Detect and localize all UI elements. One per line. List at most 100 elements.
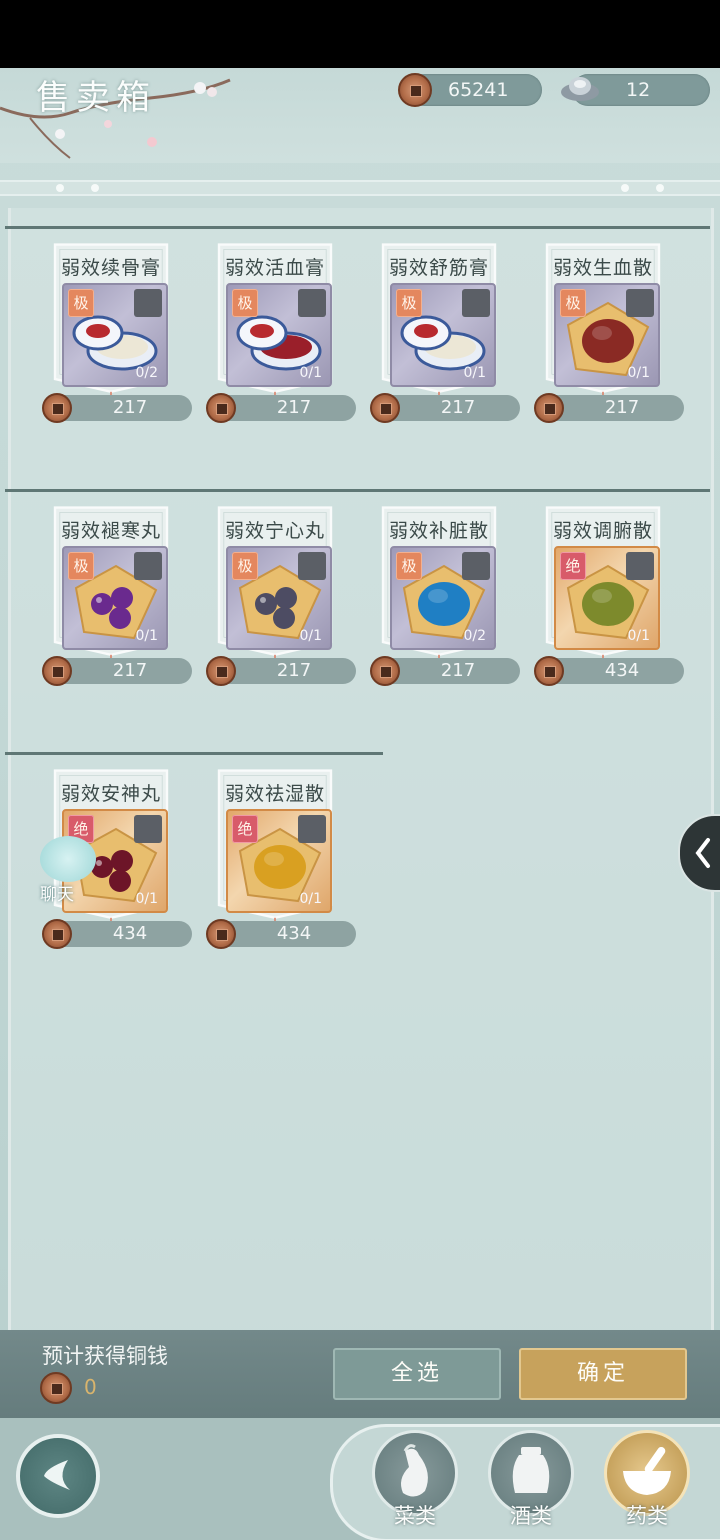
chat-button[interactable]: 聊天	[30, 830, 100, 905]
shelf-rail-decoration	[0, 180, 720, 196]
copper-coin-icon	[534, 656, 564, 686]
select-checkbox[interactable]	[298, 815, 326, 843]
back-arrow-icon	[44, 1460, 70, 1490]
grade-tag: 极	[560, 289, 586, 317]
sell-item-card[interactable]: 弱效宁心丸极 0/1 217	[201, 506, 356, 686]
item-price: 217	[276, 397, 312, 418]
copper-coin-icon	[206, 656, 236, 686]
hanging-rod-row1	[5, 226, 710, 229]
page-title: 售卖箱	[36, 78, 156, 118]
item-name: 弱效活血膏	[224, 257, 325, 279]
select-checkbox[interactable]	[462, 289, 490, 317]
category-medicine-label: 药类	[626, 1504, 668, 1528]
silver-amount: 12	[626, 79, 651, 101]
estimate-value: 0	[84, 1375, 97, 1399]
item-count: 0/2	[463, 628, 486, 644]
sell-item-card[interactable]: 弱效活血膏极 0/1 217	[201, 243, 356, 423]
hanging-rod-row3	[5, 752, 383, 755]
item-count: 0/1	[135, 628, 158, 644]
item-price: 217	[440, 397, 476, 418]
item-thumbnail: 极 0/1	[226, 283, 332, 387]
copper-coin-icon	[206, 919, 236, 949]
item-price: 217	[604, 397, 640, 418]
item-name: 弱效续骨膏	[60, 257, 161, 279]
sell-item-card[interactable]: 弱效祛湿散绝 0/1 434	[201, 769, 356, 949]
sell-item-card[interactable]: 弱效舒筋膏极 0/1 217	[365, 243, 520, 423]
item-name: 弱效褪寒丸	[60, 520, 161, 542]
item-thumbnail: 绝 0/1	[554, 546, 660, 650]
back-button[interactable]	[16, 1434, 100, 1518]
grade-tag: 极	[396, 552, 422, 580]
item-price: 434	[276, 923, 312, 944]
sell-item-card[interactable]: 弱效调腑散绝 0/1 434	[529, 506, 684, 686]
item-count: 0/1	[299, 628, 322, 644]
item-thumbnail: 绝 0/1	[226, 809, 332, 913]
item-count: 0/1	[463, 365, 486, 381]
grade-tag: 极	[232, 552, 258, 580]
item-count: 0/1	[627, 365, 650, 381]
grade-tag: 极	[68, 552, 94, 580]
sell-box-screen: 售卖箱 65241 12 弱效续骨膏极 0/2 217 弱效活血膏极 0/1 217 弱效舒…	[0, 68, 720, 1540]
item-thumbnail: 极 0/1	[554, 283, 660, 387]
grade-tag: 绝	[560, 552, 586, 580]
item-count: 0/1	[299, 891, 322, 907]
sell-item-card[interactable]: 弱效续骨膏极 0/2 217	[37, 243, 192, 423]
item-name: 弱效补脏散	[388, 520, 489, 542]
select-checkbox[interactable]	[626, 289, 654, 317]
select-all-button[interactable]: 全选	[333, 1348, 501, 1400]
status-bar	[0, 0, 720, 68]
item-thumbnail: 极 0/1	[62, 546, 168, 650]
grade-tag: 绝	[232, 815, 258, 843]
item-name: 弱效生血散	[552, 257, 653, 279]
select-checkbox[interactable]	[462, 552, 490, 580]
copper-amount: 65241	[448, 79, 509, 101]
item-count: 0/1	[627, 628, 650, 644]
chat-bubble-icon	[40, 836, 96, 882]
copper-coin-icon	[398, 73, 432, 107]
grade-tag: 极	[232, 289, 258, 317]
item-count: 0/1	[135, 891, 158, 907]
confirm-button[interactable]: 确定	[519, 1348, 687, 1400]
category-wine-label: 酒类	[510, 1504, 552, 1528]
select-checkbox[interactable]	[298, 289, 326, 317]
grade-tag: 极	[68, 289, 94, 317]
item-price: 217	[112, 660, 148, 681]
select-checkbox[interactable]	[626, 552, 654, 580]
copper-coin-icon	[42, 393, 72, 423]
item-thumbnail: 极 0/2	[390, 546, 496, 650]
item-name: 弱效祛湿散	[224, 783, 325, 805]
item-thumbnail: 极 0/2	[62, 283, 168, 387]
item-count: 0/1	[299, 365, 322, 381]
select-checkbox[interactable]	[134, 815, 162, 843]
side-panel-toggle[interactable]	[678, 814, 720, 892]
chat-label: 聊天	[40, 885, 74, 905]
hanging-rod-row2	[5, 489, 710, 492]
copper-coin-icon	[206, 393, 236, 423]
select-checkbox[interactable]	[134, 289, 162, 317]
copper-coin-icon	[42, 656, 72, 686]
item-name: 弱效安神丸	[60, 783, 161, 805]
sell-item-card[interactable]: 弱效补脏散极 0/2 217	[365, 506, 520, 686]
item-price: 217	[440, 660, 476, 681]
category-food-label: 菜类	[394, 1504, 436, 1528]
sell-item-card[interactable]: 弱效褪寒丸极 0/1 217	[37, 506, 192, 686]
item-thumbnail: 极 0/1	[226, 546, 332, 650]
item-price: 217	[112, 397, 148, 418]
copper-coin-icon	[370, 656, 400, 686]
item-count: 0/2	[135, 365, 158, 381]
item-price: 434	[112, 923, 148, 944]
select-checkbox[interactable]	[298, 552, 326, 580]
select-checkbox[interactable]	[134, 552, 162, 580]
sell-item-card[interactable]: 弱效生血散极 0/1 217	[529, 243, 684, 423]
item-price: 217	[276, 660, 312, 681]
silver-ingot-icon	[561, 77, 599, 101]
copper-coin-icon	[40, 1372, 72, 1404]
copper-coin-icon	[370, 393, 400, 423]
item-price: 434	[604, 660, 640, 681]
item-name: 弱效调腑散	[552, 520, 653, 542]
grade-tag: 极	[396, 289, 422, 317]
header: 售卖箱 65241 12	[0, 68, 720, 163]
item-name: 弱效舒筋膏	[388, 257, 489, 279]
item-thumbnail: 极 0/1	[390, 283, 496, 387]
item-name: 弱效宁心丸	[224, 520, 325, 542]
